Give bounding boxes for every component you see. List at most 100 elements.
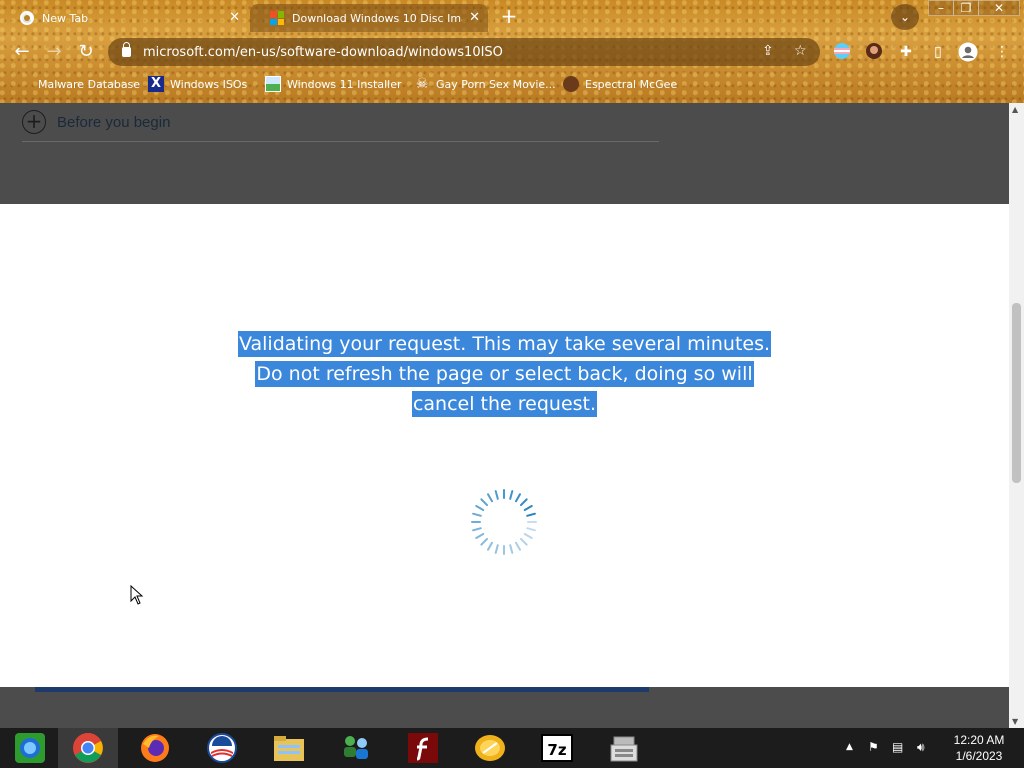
skull-icon: ☠ [415,76,429,92]
lock-icon[interactable] [122,42,131,57]
before-you-begin-accordion[interactable]: + Before you begin [22,110,170,134]
forward-button[interactable]: → [42,40,66,64]
scroll-up-arrow-icon[interactable]: ▲ [1012,105,1018,114]
extension-avatar-icon[interactable] [864,42,884,62]
scroll-down-arrow-icon[interactable]: ▼ [1012,717,1018,726]
vertical-scrollbar[interactable]: ▲ ▼ [1009,103,1024,728]
system-clock[interactable]: 12:20 AM 1/6/2023 [946,732,1012,764]
chrome-icon [20,11,34,25]
x-logo-icon: X [148,76,164,92]
address-bar[interactable]: microsoft.com/en-us/software-download/wi… [108,38,820,66]
browser-chrome: New Tab ✕ Download Windows 10 Disc Image… [0,0,1024,103]
message-line: Do not refresh the page or select back, … [255,361,754,387]
new-tab-button[interactable]: + [498,6,520,28]
spinner-tick [494,490,499,500]
volume-icon[interactable]: 🔊︎ [917,740,925,755]
tab-download-windows[interactable]: Download Windows 10 Disc Image ✕ [250,4,488,32]
spinner-tick [475,505,485,511]
svg-text:7z: 7z [547,741,566,759]
bookmark-malware-database[interactable]: Malware Database [20,74,140,94]
page-overlay-top: + Before you begin [0,103,1009,204]
cash-register-icon[interactable] [594,728,654,768]
extensions-puzzle-icon[interactable]: ✚ [896,42,916,62]
close-window-button[interactable]: ✕ [978,0,1020,16]
taskbar: 7z ▲ ⚑ ▤ 🔊︎ 12:20 AM 1/6/2023 [0,728,1024,768]
validating-message: Validating your request. This may take s… [0,329,1009,419]
clock-time: 12:20 AM [953,733,1005,747]
url-text: microsoft.com/en-us/software-download/wi… [143,44,503,60]
spinner-tick [480,498,489,507]
restore-button[interactable]: ❐ [953,0,979,16]
network-icon[interactable]: ▤ [892,740,903,754]
plus-circle-icon[interactable]: + [22,110,46,134]
accordion-label: Before you begin [57,113,171,131]
spinner-tick [523,533,533,539]
tab-title: Download Windows 10 Disc Image [292,11,462,25]
download-panel-edge [35,687,649,692]
spinner-tick [472,512,482,517]
bookmark-label: Windows 11 Installer [287,77,402,91]
file-explorer-icon[interactable] [259,728,319,768]
message-line: Validating your request. This may take s… [237,331,772,357]
avatar-icon [563,76,579,92]
bookmark-espectral-mcgee[interactable]: Espectral McGee [563,74,677,94]
tab-search-button[interactable]: ⌄ [891,4,919,30]
spinner-tick [475,533,485,539]
mouse-cursor-icon [130,585,144,605]
message-line: cancel the request. [411,391,598,417]
menu-kebab-icon[interactable]: ⋮ [992,42,1012,62]
spinner-tick [509,490,514,500]
show-hidden-icons-icon[interactable]: ▲ [846,742,853,752]
spinner-tick [515,541,521,551]
network-people-icon[interactable] [326,728,386,768]
clock-date: 1/6/2023 [955,749,1003,763]
bookmark-windows-11-installer[interactable]: Windows 11 Installer [265,74,402,94]
chrome-taskbar-icon[interactable] [58,728,118,768]
start-button[interactable] [0,728,60,768]
bookmark-label: Gay Porn Sex Movie... [436,77,556,91]
spinner-tick [526,512,536,517]
spinner-tick [472,527,482,532]
spinner-tick [509,544,514,554]
spinner-tick [480,537,489,546]
profile-icon[interactable] [958,42,978,62]
flash-player-icon[interactable] [393,728,453,768]
spinner-tick [494,544,499,554]
spinner-tick [519,498,528,507]
image-icon [265,76,281,92]
reload-button[interactable]: ↻ [74,40,98,64]
coin-icon[interactable] [460,728,520,768]
bookmark-windows-isos[interactable]: X Windows ISOs [148,74,247,94]
spinner-tick [487,541,493,551]
scrollbar-thumb[interactable] [1012,303,1021,483]
back-button[interactable]: ← [10,40,34,64]
validation-dialog: Validating your request. This may take s… [0,204,1009,687]
extension-flag-icon[interactable] [832,42,852,62]
spinner-tick [515,493,521,503]
spinner-tick [523,505,533,511]
spinner-tick [487,493,493,503]
bookmark-label: Espectral McGee [585,77,678,91]
share-icon[interactable]: ⇪ [762,43,774,59]
bookmark-icon [20,76,32,92]
tab-title: New Tab [42,11,89,25]
minimize-button[interactable]: – [928,0,954,16]
page-overlay-bottom [0,687,1009,728]
close-icon[interactable]: ✕ [229,10,240,25]
side-panel-icon[interactable]: ▯ [928,42,948,62]
spinner-tick [519,537,528,546]
close-icon[interactable]: ✕ [469,10,480,25]
obama-logo-icon[interactable] [192,728,252,768]
firefox-icon[interactable] [125,728,185,768]
bookmark-label: Malware Database [38,77,141,91]
tab-new-tab[interactable]: New Tab ✕ [0,4,248,32]
microsoft-icon [270,11,284,25]
bookmark-gay-porn-sex-movie[interactable]: ☠ Gay Porn Sex Movie... [414,74,556,94]
bookmark-label: Windows ISOs [170,77,248,91]
loading-spinner-icon [471,489,537,555]
action-center-flag-icon[interactable]: ⚑ [868,740,879,754]
divider [22,141,659,142]
bookmark-star-icon[interactable]: ☆ [794,43,807,59]
7zip-icon[interactable]: 7z [527,728,587,768]
spinner-tick [526,527,536,532]
